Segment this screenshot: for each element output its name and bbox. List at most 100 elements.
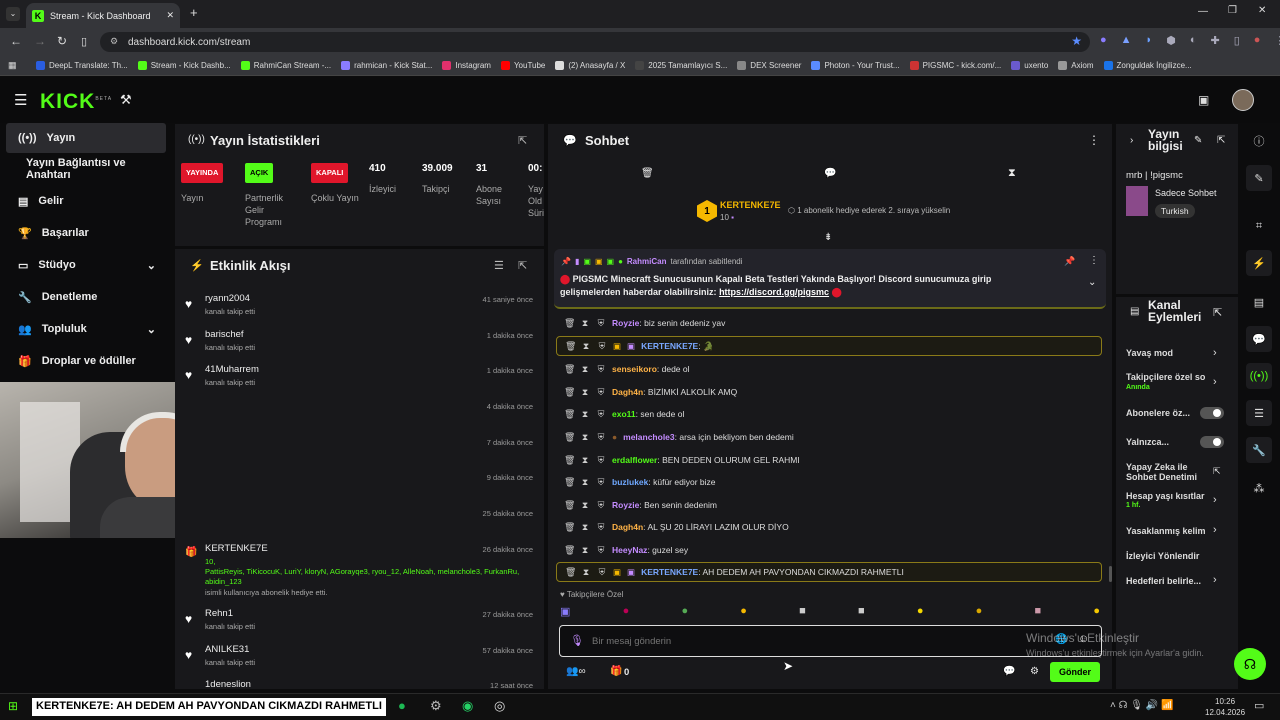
chat-message[interactable]: 🗑 ⧗ ⛨ Dagh4n: AL ŞU 20 LİRAYI LAZIM OLUR Dİ… <box>556 517 1102 537</box>
document-icon[interactable]: ▤ <box>1246 289 1272 315</box>
url-bar[interactable]: ⚙ dashboard.kick.com/stream ★ <box>100 32 1090 52</box>
chat-menu-icon[interactable]: ⋮ <box>1088 133 1100 147</box>
goals-item[interactable]: Hedefleri belirle... <box>1126 576 1201 586</box>
emote-icon[interactable]: ● <box>976 605 983 621</box>
emote-only-item[interactable]: Yalnızca... <box>1126 437 1169 447</box>
bookmark[interactable]: DEX Screener <box>737 61 801 70</box>
trash-icon[interactable]: 🗑 <box>641 168 654 179</box>
sidebar-item-drops[interactable]: 🎁 Droplar ve ödüller <box>6 346 166 376</box>
bookmark[interactable]: 2025 Tamamlayıcı S... <box>635 61 727 70</box>
crop-icon[interactable]: ⌗ <box>1246 213 1272 239</box>
category-name[interactable]: Sadece Sohbet <box>1155 188 1217 198</box>
bolt-icon[interactable]: ⚡ <box>1246 250 1272 276</box>
bookmark[interactable]: RahmiCan Stream -... <box>240 61 331 70</box>
support-headset-icon[interactable]: ☊ <box>1234 648 1266 680</box>
filter-icon[interactable]: ☰ <box>494 259 504 272</box>
emote-icon[interactable]: ■ <box>858 605 865 621</box>
chevron-right-icon[interactable]: › <box>1213 524 1217 536</box>
emote-icon[interactable]: ● <box>681 605 688 621</box>
minimize-icon[interactable]: — <box>1198 6 1208 17</box>
chat-bubble-icon[interactable]: 💬 <box>1246 326 1272 352</box>
bookmark[interactable]: DeepL Translate: Th... <box>36 61 128 70</box>
chat-message[interactable]: 🗑 ⧗ ⛨ HeeyNaz: guzel sey <box>556 540 1102 560</box>
chat-message[interactable]: 🗑 ⧗ ⛨ Royzie: biz senin dedeniz yav <box>556 313 1102 333</box>
back-icon[interactable]: ← <box>10 34 22 48</box>
emote-icon[interactable]: ● <box>1093 605 1100 621</box>
chat-message[interactable]: 🗑 ⧗ ⛨ Dagh4n: BİZİMKİ ALKOLİK AMQ <box>556 382 1102 402</box>
spotify-icon[interactable]: ● <box>398 698 406 713</box>
sidebar-toggle-icon[interactable]: ▯ <box>1234 34 1240 47</box>
notification-icon[interactable]: ▭ <box>1254 699 1264 712</box>
apps-grid-icon[interactable]: ▦ <box>8 60 17 71</box>
clock[interactable]: 10:26 12.04.2026 <box>1205 696 1245 718</box>
microphone-icon[interactable]: 🎙 <box>570 634 584 647</box>
slow-mode-item[interactable]: Yavaş mod <box>1126 348 1173 358</box>
bookmark[interactable]: Zonguldak İngilizce... <box>1103 61 1192 70</box>
bookmark[interactable]: YouTube <box>500 61 545 70</box>
banned-words-item[interactable]: Yasaklanmış kelim <box>1126 526 1210 536</box>
extension-icon[interactable]: ⬢ <box>1166 34 1176 47</box>
whatsapp-icon[interactable]: ◉ <box>462 698 473 714</box>
emote-icon[interactable]: ● <box>917 605 924 621</box>
ai-moderation-item[interactable]: Yapay Zeka ile Sohbet Denetimi <box>1126 462 1206 482</box>
close-window-icon[interactable]: ✕ <box>1258 5 1266 16</box>
popout-icon[interactable]: ⇱ <box>518 134 527 147</box>
chat-settings-bubble-icon[interactable]: 💬 <box>1003 666 1015 677</box>
emote-icon[interactable]: ● <box>623 605 630 621</box>
unpin-icon[interactable]: 📌 <box>1064 256 1075 267</box>
extension-icon[interactable]: ▲ <box>1121 34 1132 47</box>
account-age-item[interactable]: Hesap yaşı kısıtlar <box>1126 491 1210 501</box>
hamburger-menu-icon[interactable]: ☰ <box>14 91 27 109</box>
wrench-icon[interactable]: 🔧 <box>1246 437 1272 463</box>
steam-icon[interactable]: ⚙ <box>430 698 442 714</box>
sidebar-item-stream-key[interactable]: Yayın Bağlantısı ve Anahtarı <box>6 154 166 184</box>
kick-logo[interactable]: KICKBETA <box>40 90 112 114</box>
chat-message-input[interactable] <box>592 632 992 650</box>
send-button[interactable]: Gönder <box>1050 662 1100 682</box>
sidebar-item-moderation[interactable]: 🔧 Denetleme <box>6 282 166 312</box>
side-panel-icon[interactable]: ▯ <box>81 35 87 48</box>
chevron-right-icon[interactable]: › <box>1213 574 1217 586</box>
obs-icon[interactable]: ◎ <box>494 698 505 714</box>
chat-scrollbar[interactable] <box>1109 566 1112 582</box>
chevron-right-icon[interactable]: › <box>1213 494 1217 506</box>
chat-message[interactable]: 🗑 ⧗ ⛨ exo11: sen dede ol <box>556 404 1102 424</box>
sidebar-item-stream[interactable]: ((•)) Yayın <box>6 123 166 153</box>
chat-message[interactable]: 🗑 ⧗ ⛨ Royzie: Ben senin dedenim <box>556 495 1102 515</box>
menu-kebab-icon[interactable]: ⋮ <box>1274 34 1280 47</box>
hourglass-icon[interactable]: ⧗ <box>1008 167 1016 180</box>
subscribers-only-item[interactable]: Abonelere öz... <box>1126 408 1190 418</box>
popout-icon[interactable]: ⇱ <box>1217 135 1225 146</box>
chevron-right-icon[interactable]: › <box>1213 347 1217 359</box>
chevron-right-icon[interactable]: › <box>1213 376 1217 388</box>
sidebar-item-community[interactable]: 👥 Topluluk ⌄ <box>6 314 166 344</box>
popout-icon[interactable]: ⇱ <box>1213 306 1222 319</box>
chat-message[interactable]: 🗑 ⧗ ⛨ erdalflower: BEN DEDEN OLURUM GEL RAH… <box>556 450 1102 470</box>
pinned-link[interactable]: https://discord.gg/pigsmc <box>719 287 829 297</box>
bookmark[interactable]: Axiom <box>1058 61 1094 70</box>
bookmark[interactable]: uxento <box>1011 61 1048 70</box>
browser-tab[interactable]: K Stream - Kick Dashboard ✕ <box>26 3 180 28</box>
subscribers-only-toggle[interactable] <box>1200 407 1224 419</box>
bookmark[interactable]: (2) Anasayfa / X <box>555 61 625 70</box>
tab-search-icon[interactable]: ⌄ <box>6 7 20 21</box>
emote-icon[interactable]: ■ <box>1035 605 1042 621</box>
list-icon[interactable]: ☰ <box>1246 400 1272 426</box>
sidebar-item-achievements[interactable]: 🏆 Başarılar <box>6 218 166 248</box>
emote-icon[interactable]: ▣ <box>560 605 570 621</box>
hammer-icon[interactable]: ⚒ <box>120 92 132 108</box>
extension-icon[interactable]: ◐ <box>1190 34 1197 47</box>
extension-icon[interactable]: ● <box>1100 34 1107 47</box>
popout-icon[interactable]: ⇱ <box>518 259 527 272</box>
raid-item[interactable]: İzleyici Yönlendir <box>1126 551 1199 561</box>
chat-message[interactable]: 🗑 ⧗ ⛨ senseikoro: dede ol <box>556 359 1102 379</box>
new-tab-button[interactable]: + <box>190 5 198 20</box>
bookmark[interactable]: Instagram <box>442 61 491 70</box>
info-icon[interactable]: ⓘ <box>1246 128 1272 154</box>
viewers-infinity-icon[interactable]: 👥∞ <box>566 666 586 677</box>
bookmark[interactable]: PIGSMC - kick.com/... <box>909 61 1001 70</box>
pinned-menu-icon[interactable]: ⋮ <box>1089 255 1099 266</box>
sidebar-item-revenue[interactable]: ▤ Gelir <box>6 186 166 216</box>
close-tab-icon[interactable]: ✕ <box>166 10 174 21</box>
emote-icon[interactable]: ■ <box>799 605 806 621</box>
